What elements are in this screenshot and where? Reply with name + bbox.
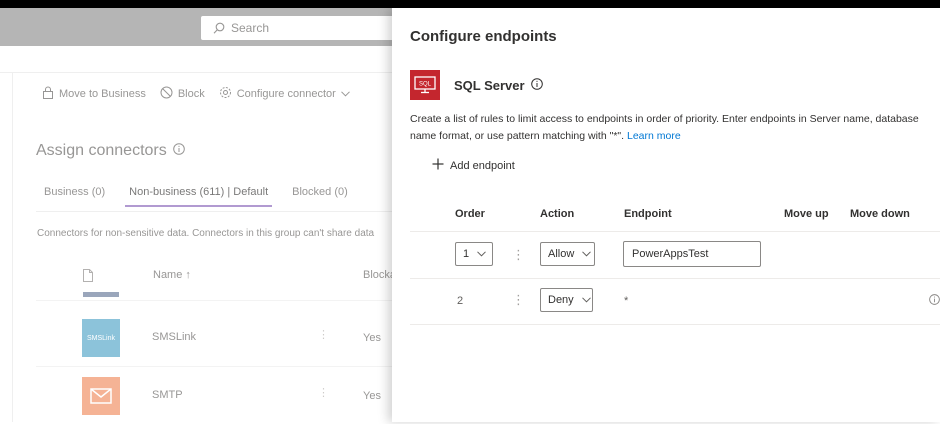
info-icon[interactable]: [530, 78, 543, 93]
file-icon: [83, 269, 93, 285]
divider: [0, 72, 392, 73]
smslink-logo: SMSLink: [82, 319, 120, 357]
connector-name: SQL Server: [454, 78, 525, 93]
group-description: Connectors for non-sensitive data. Conne…: [37, 228, 375, 239]
info-icon[interactable]: [172, 142, 185, 160]
gear-icon: [219, 86, 232, 102]
connector-name: SMSLink: [152, 331, 197, 343]
endpoint-value: *: [624, 295, 629, 307]
configure-connector-button[interactable]: Configure connector: [219, 86, 350, 102]
block-button[interactable]: Block: [160, 86, 205, 102]
add-endpoint-label: Add endpoint: [450, 159, 515, 172]
blocked-value: Yes: [363, 390, 381, 402]
sql-logo-text: SQL: [419, 82, 432, 88]
info-icon[interactable]: [929, 294, 940, 308]
column-header-move-down: Move down: [850, 208, 910, 220]
action-dropdown[interactable]: Allow: [540, 242, 595, 266]
list-item[interactable]: SMTP ⋮ Yes: [36, 366, 392, 424]
drag-handle-icon[interactable]: ⋮: [512, 293, 525, 306]
column-header-endpoint: Endpoint: [624, 208, 672, 220]
chevron-down-icon: [581, 294, 591, 306]
list-header: Name ↑ Blocka: [36, 266, 396, 292]
drag-handle-icon[interactable]: ⋮: [512, 248, 525, 261]
search-placeholder: Search: [231, 21, 270, 35]
mail-icon: [82, 377, 120, 415]
connector-name: SMTP: [152, 389, 183, 401]
plus-icon: [432, 158, 444, 173]
panel-description: Create a list of rules to limit access t…: [410, 111, 930, 145]
configure-endpoints-panel: Configure endpoints SQL SQL Server Creat…: [392, 8, 940, 422]
column-header-action: Action: [540, 208, 575, 220]
add-endpoint-button[interactable]: Add endpoint: [432, 158, 515, 173]
search-box[interactable]: Search: [201, 16, 421, 40]
tab-business[interactable]: Business (0): [44, 186, 105, 207]
connector-logo: [83, 292, 119, 297]
order-value: 1: [463, 248, 470, 260]
lock-icon: [42, 86, 54, 102]
endpoint-value: PowerAppsTest: [632, 248, 709, 260]
tab-blocked[interactable]: Blocked (0): [292, 186, 348, 207]
column-header-name[interactable]: Name ↑: [153, 269, 191, 281]
rules-table-header: Order Action Endpoint Move up Move down: [410, 206, 940, 234]
action-dropdown[interactable]: Deny: [540, 288, 593, 312]
block-label: Block: [177, 88, 205, 100]
blocked-value: Yes: [363, 332, 381, 344]
order-value: 2: [457, 295, 464, 307]
sql-server-logo: SQL: [410, 70, 440, 100]
table-row: 1 ⋮ Allow PowerAppsTest: [410, 234, 940, 280]
assign-connectors-title: Assign connectors: [36, 142, 167, 159]
divider: [410, 231, 940, 232]
connector-heading: SQL Server: [454, 78, 543, 93]
action-value: Allow: [548, 248, 575, 260]
chevron-down-icon: [477, 248, 486, 260]
divider: [36, 211, 392, 212]
endpoint-input[interactable]: PowerAppsTest: [623, 241, 761, 267]
move-to-business-label: Move to Business: [59, 88, 146, 100]
chevron-down-icon: [582, 248, 592, 260]
more-options-icon[interactable]: ⋮: [318, 386, 329, 399]
top-bar: [0, 0, 940, 8]
connector-tabs: Business (0) Non-business (611) | Defaul…: [44, 186, 348, 207]
divider: [410, 324, 940, 325]
divider: [36, 300, 392, 301]
order-dropdown[interactable]: 1: [455, 242, 493, 266]
action-value: Deny: [548, 294, 574, 306]
table-row: 2 ⋮ Deny *: [410, 279, 940, 325]
block-icon: [160, 86, 173, 102]
policy-page: Move to Business Block Configure connect…: [0, 46, 396, 424]
panel-title: Configure endpoints: [410, 28, 557, 45]
list-item[interactable]: SMSLink SMSLink ⋮ Yes: [36, 308, 392, 366]
tab-non-business[interactable]: Non-business (611) | Default: [125, 186, 273, 207]
learn-more-link[interactable]: Learn more: [627, 130, 681, 142]
divider: [12, 73, 13, 422]
search-icon: [213, 22, 225, 34]
assign-connectors-heading: Assign connectors: [36, 142, 185, 160]
chevron-down-icon: [340, 88, 350, 100]
configure-connector-label: Configure connector: [236, 88, 336, 100]
move-to-business-button[interactable]: Move to Business: [42, 86, 146, 102]
column-header-move-up: Move up: [784, 208, 829, 220]
column-header-order: Order: [455, 208, 485, 220]
more-options-icon[interactable]: ⋮: [318, 328, 329, 341]
command-bar: Move to Business Block Configure connect…: [42, 86, 350, 102]
